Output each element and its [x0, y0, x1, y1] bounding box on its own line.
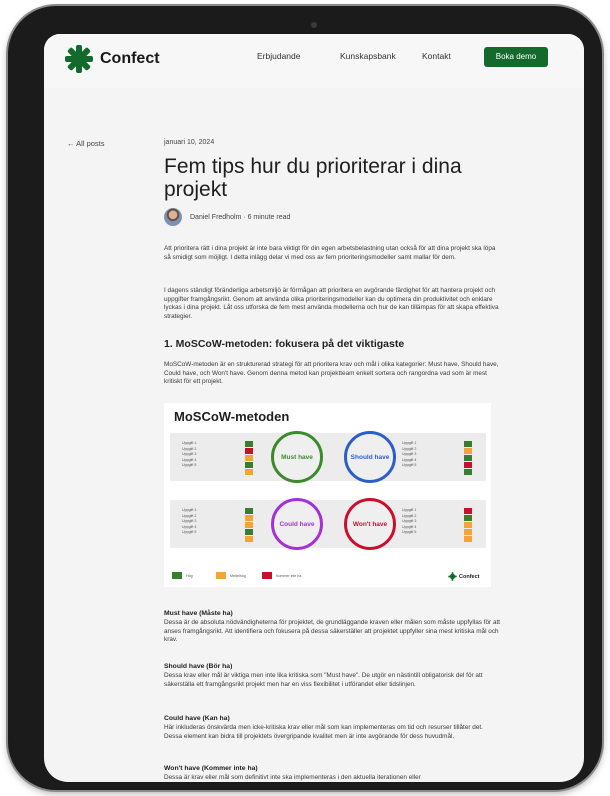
nav-kunskapsbank[interactable]: Kunskapsbank: [340, 51, 396, 61]
priority-square-high: [245, 508, 253, 514]
priority-square-high: [464, 455, 472, 461]
priority-square-medium: [245, 455, 253, 461]
section-text-could: Här inkluderas önskvärda men icke-kritis…: [164, 724, 483, 740]
nav-kontakt[interactable]: Kontakt: [422, 51, 451, 61]
should-have-circle: Should have: [344, 431, 396, 483]
priority-square-low: [464, 508, 472, 514]
post-date: januari 10, 2024: [164, 139, 215, 146]
legend-swatch-medium: [216, 572, 226, 579]
section-heading-should: Should have (Bör ha): [164, 663, 233, 670]
legend-swatch-wont: [262, 572, 272, 579]
avatar: [164, 208, 182, 226]
confect-logo-icon: [448, 572, 457, 581]
intro-paragraph-1: Att prioritera rätt i dina projekt är in…: [164, 245, 496, 261]
priority-square-high: [464, 515, 472, 521]
priority-square-medium: [245, 536, 253, 542]
moscow-intro-paragraph: MoSCoW-metoden är en strukturerad strate…: [164, 361, 499, 386]
priority-square-medium: [464, 536, 472, 542]
all-posts-link[interactable]: ← All posts: [67, 139, 105, 148]
priority-square-high: [245, 462, 253, 468]
camera-dot: [311, 22, 317, 28]
figure-logo: Confect: [448, 572, 479, 581]
author-text: Daniel Fredholm · 6 minute read: [190, 213, 291, 221]
legend-high: Hög: [172, 572, 193, 579]
nav-erbjudande[interactable]: Erbjudande: [257, 51, 300, 61]
site-header: Confect Erbjudande Kunskapsbank Kontakt …: [44, 34, 584, 88]
figure-panel-bottom: Uppgift 1 Uppgift 2 Uppgift 3 Uppgift 4 Uppg…: [170, 498, 486, 550]
priority-square-high: [245, 529, 253, 535]
legend-wont: Kommer inte ha: [262, 572, 301, 579]
section-heading-moscow: 1. MoSCoW-metoden: fokusera på det vikti…: [164, 338, 405, 350]
priority-square-medium: [245, 469, 253, 475]
moscow-figure: MoSCoW-metoden Uppgift 1 Uppgift 2 Uppgift…: [164, 403, 491, 587]
must-have-circle: Must have: [271, 431, 323, 483]
section-text-wont: Dessa är krav eller mål som definitivt i…: [164, 774, 421, 781]
logo-text: Confect: [100, 50, 160, 67]
priority-square-medium: [464, 448, 472, 454]
priority-square-low: [464, 462, 472, 468]
priority-square-high: [464, 441, 472, 447]
tablet-frame: Confect Erbjudande Kunskapsbank Kontakt …: [8, 6, 602, 790]
priority-square-high: [464, 469, 472, 475]
priority-square-medium: [464, 529, 472, 535]
confect-logo-icon: [65, 45, 93, 73]
priority-square-medium: [464, 522, 472, 528]
figure-title: MoSCoW-metoden: [174, 409, 290, 424]
post-title: Fem tips hur du prioriterar i dina proje…: [164, 155, 462, 201]
section-text-must: Dessa är de absoluta nödvändigheterna fö…: [164, 619, 501, 644]
task-list-should: Uppgift 1 Uppgift 2 Uppgift 3 Uppgift 4 Uppg…: [402, 441, 417, 468]
section-text-should: Dessa krav eller mål är viktiga men inte…: [164, 672, 483, 688]
priority-square-high: [245, 441, 253, 447]
task-list-wont: Uppgift 1 Uppgift 2 Uppgift 3 Uppgift 4 Uppg…: [402, 508, 417, 535]
book-demo-button[interactable]: Boka demo: [484, 47, 548, 67]
author-byline: Daniel Fredholm · 6 minute read: [164, 208, 290, 226]
could-have-circle: Could have: [271, 498, 323, 550]
task-list-must: Uppgift 1 Uppgift 2 Uppgift 3 Uppgift 4 Uppg…: [182, 441, 197, 468]
priority-square-medium: [245, 522, 253, 528]
site-logo[interactable]: Confect: [64, 44, 160, 74]
legend-medium: Medelhög: [216, 572, 246, 579]
wont-have-circle: Won't have: [344, 498, 396, 550]
figure-panel-top: Uppgift 1 Uppgift 2 Uppgift 3 Uppgift 4 Uppg…: [170, 431, 486, 483]
section-heading-wont: Won't have (Kommer inte ha): [164, 765, 258, 772]
section-heading-must: Must have (Måste ha): [164, 610, 233, 617]
intro-paragraph-2: I dagens ständigt föränderliga arbetsmil…: [164, 287, 499, 321]
browser-viewport: Confect Erbjudande Kunskapsbank Kontakt …: [44, 34, 584, 782]
priority-square-low: [245, 448, 253, 454]
priority-square-medium: [245, 515, 253, 521]
legend-swatch-high: [172, 572, 182, 579]
task-list-could: Uppgift 1 Uppgift 2 Uppgift 3 Uppgift 4 Uppg…: [182, 508, 197, 535]
section-heading-could: Could have (Kan ha): [164, 715, 230, 722]
